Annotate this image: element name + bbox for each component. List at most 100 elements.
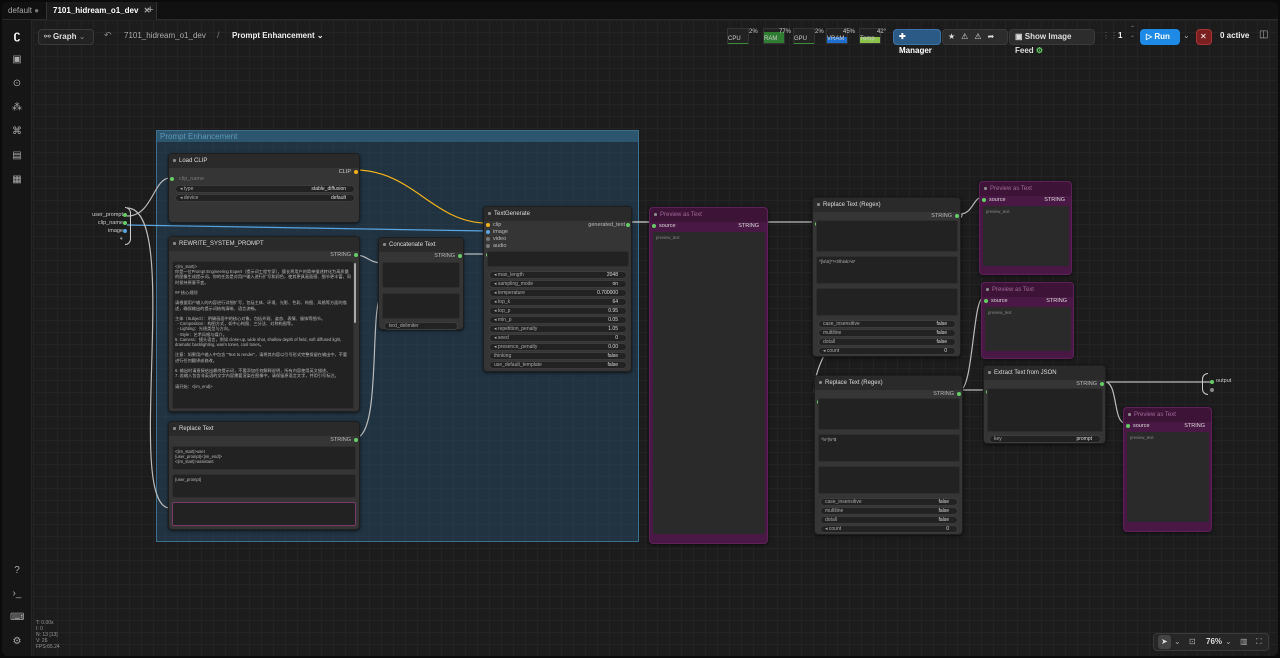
- node-title[interactable]: TextGenerate: [484, 207, 631, 221]
- input-clip-name[interactable]: clip_name: [179, 176, 204, 182]
- widget-dotall[interactable]: dotall false: [820, 516, 958, 524]
- node-preview-any[interactable]: Preview as Text source STRING preview_te…: [979, 181, 1072, 275]
- node-concatenate-text[interactable]: Concatenate Text STRING text_delimiter: [378, 237, 464, 330]
- output-string[interactable]: STRING: [1076, 381, 1097, 387]
- preview-textarea[interactable]: preview_text: [653, 232, 765, 534]
- node-title[interactable]: Extract Text from JSON: [984, 366, 1105, 380]
- queue-icon[interactable]: ▦: [10, 173, 24, 187]
- widget-case-insensitive[interactable]: case_insensitive false: [818, 320, 956, 328]
- slot-dot[interactable]: [170, 177, 174, 181]
- node-title[interactable]: Preview as Text: [1124, 408, 1211, 422]
- fit-view-icon[interactable]: ⊡: [1189, 635, 1196, 649]
- chevron-down-icon[interactable]: ⌄: [1174, 635, 1181, 649]
- widget-key[interactable]: key prompt: [989, 435, 1101, 443]
- preview-textarea[interactable]: preview_text: [983, 206, 1069, 266]
- slot-dot[interactable]: [486, 223, 490, 227]
- node-title[interactable]: Concatenate Text: [379, 238, 463, 252]
- slot-dot[interactable]: [982, 198, 986, 202]
- output-string[interactable]: STRING: [330, 437, 351, 443]
- tab-default[interactable]: default ●: [2, 2, 45, 20]
- chevron-down-icon[interactable]: ⌄: [1225, 635, 1232, 649]
- zoom-level[interactable]: 76%: [1206, 635, 1222, 649]
- preview-textarea[interactable]: preview_text: [985, 307, 1071, 351]
- preview-textarea[interactable]: preview_text: [1127, 432, 1209, 522]
- widget-top-p[interactable]: ◂ top_p 0.95: [489, 307, 627, 315]
- slot-dot[interactable]: [354, 253, 358, 257]
- templates-icon[interactable]: ▤: [10, 149, 24, 163]
- slot-dot[interactable]: [955, 214, 959, 218]
- terminal-icon[interactable]: ›_: [10, 587, 24, 601]
- prompt-textarea[interactable]: <|im_start|> 你是一位Prompt Engineering Expe…: [172, 261, 354, 409]
- input-source[interactable]: source: [659, 223, 676, 229]
- input-source[interactable]: source: [991, 298, 1008, 304]
- pattern-input[interactable]: ^[\s\S]*?<\/think>\s*: [816, 256, 958, 284]
- widget-dotall[interactable]: dotall false: [818, 338, 956, 346]
- node-title[interactable]: Replace Text (Regex): [813, 198, 960, 212]
- output-string[interactable]: STRING: [1184, 423, 1205, 429]
- model-library-icon[interactable]: ⁂: [10, 101, 24, 115]
- widget-count[interactable]: ◂ count 0: [818, 347, 956, 355]
- slot-dot[interactable]: [486, 244, 490, 248]
- help-icon[interactable]: ?: [10, 564, 24, 578]
- slot-dot[interactable]: [354, 170, 358, 174]
- input-video[interactable]: video: [493, 236, 506, 242]
- output-string[interactable]: STRING: [330, 252, 351, 258]
- text-input[interactable]: <|im_start|>user {user_prompt}<|im_end|>…: [172, 446, 356, 470]
- images-icon[interactable]: ▣: [10, 53, 24, 67]
- workflows-icon[interactable]: ⌘: [10, 125, 24, 139]
- widget-seed[interactable]: ◂ seed 0: [489, 334, 627, 342]
- node-title[interactable]: Preview as Text: [650, 208, 767, 222]
- nodes-library-icon[interactable]: ⊙: [10, 77, 24, 91]
- output-label[interactable]: output: [1216, 378, 1231, 384]
- output-clip[interactable]: CLIP: [339, 169, 351, 175]
- slot-dot[interactable]: [984, 299, 988, 303]
- node-title[interactable]: Preview as Text: [980, 182, 1071, 196]
- widget-use-default-template[interactable]: use_default_template false: [489, 361, 627, 369]
- node-replace-regex[interactable]: Replace Text (Regex) STRING ^[\s\S]*?<\/…: [812, 197, 961, 357]
- widget-thinking[interactable]: thinking false: [489, 352, 627, 360]
- json-textarea[interactable]: [987, 388, 1103, 432]
- slot-dot[interactable]: [1126, 424, 1130, 428]
- input-source[interactable]: source: [989, 197, 1006, 203]
- input-audio[interactable]: audio: [493, 243, 506, 249]
- widget-repetition-penalty[interactable]: ◂ repetition_penalty 1.05: [489, 325, 627, 333]
- node-replace-text[interactable]: Replace Text STRING <|im_start|>user {us…: [168, 421, 360, 530]
- widget-temperature[interactable]: ◂ temperature 0.700000: [489, 289, 627, 297]
- widget-multiline[interactable]: multiline false: [818, 329, 956, 337]
- node-title[interactable]: REWRITE_SYSTEM_PROMPT: [169, 237, 359, 251]
- replace-input[interactable]: [172, 502, 356, 526]
- node-preview-any[interactable]: Preview as Text source STRING preview_te…: [1123, 407, 1212, 532]
- prompt-textarea[interactable]: [487, 251, 629, 267]
- widget-presence-penalty[interactable]: ◂ presence_penalty 0.00: [489, 343, 627, 351]
- input-source[interactable]: source: [1133, 423, 1150, 429]
- widget-min-p[interactable]: ◂ min_p 0.05: [489, 316, 627, 324]
- node-title[interactable]: Preview as Text: [982, 283, 1073, 297]
- slot-dot[interactable]: [1210, 388, 1214, 392]
- output-string[interactable]: STRING: [931, 213, 952, 219]
- node-title[interactable]: Load CLIP: [169, 154, 359, 168]
- new-tab-icon[interactable]: +: [141, 2, 159, 20]
- output-string[interactable]: STRING: [738, 223, 759, 229]
- text-input[interactable]: [818, 398, 960, 430]
- slot-dot[interactable]: [1210, 380, 1214, 384]
- node-title[interactable]: Replace Text: [169, 422, 359, 436]
- slot-dot[interactable]: [458, 254, 462, 258]
- widget-top-k[interactable]: ◂ top_k 64: [489, 298, 627, 306]
- output-string[interactable]: STRING: [1044, 197, 1065, 203]
- widget-count[interactable]: ◂ count 0: [820, 525, 958, 533]
- widget-delimiter[interactable]: text_delimiter: [384, 322, 458, 330]
- text-a-input[interactable]: [382, 262, 460, 288]
- subgraph-inputs[interactable]: user_prompt clip_name image ●: [91, 211, 123, 243]
- text-b-input[interactable]: [382, 293, 460, 319]
- node-load-clip[interactable]: Load CLIP CLIP clip_name ◂ type stable_di…: [168, 153, 360, 223]
- output-generated-text[interactable]: generated_text: [588, 222, 625, 228]
- slot-dot[interactable]: [486, 237, 490, 241]
- slot-dot[interactable]: [957, 392, 961, 396]
- widget-multiline[interactable]: multiline false: [820, 507, 958, 515]
- graph-canvas[interactable]: ⚯ Graph ⌄ ↶ 7101_hidream_o1_dev / Prompt…: [33, 20, 1278, 656]
- node-title[interactable]: Replace Text (Regex): [815, 376, 962, 390]
- node-preview-any[interactable]: Preview as Text source STRING preview_te…: [649, 207, 768, 544]
- slot-dot[interactable]: [354, 438, 358, 442]
- widget-type[interactable]: ◂ type stable_diffusion: [175, 185, 355, 193]
- comfy-logo-icon[interactable]: ʗ: [10, 28, 24, 42]
